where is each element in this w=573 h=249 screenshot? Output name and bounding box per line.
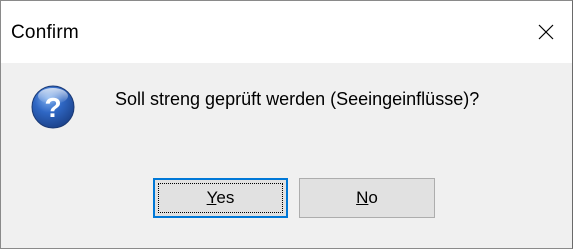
close-button[interactable] xyxy=(520,1,572,63)
yes-button-label: Yes xyxy=(206,188,235,207)
dialog-body: ? Soll streng geprüft werden (Seeingeinf… xyxy=(1,63,572,248)
no-button[interactable]: No xyxy=(299,178,435,218)
window-title: Confirm xyxy=(11,22,79,43)
close-icon xyxy=(538,24,554,40)
title-bar: Confirm xyxy=(1,1,572,63)
svg-text:?: ? xyxy=(44,92,61,123)
no-button-label: No xyxy=(356,188,378,207)
question-icon: ? xyxy=(29,83,77,131)
yes-button[interactable]: Yes xyxy=(153,178,288,218)
confirm-dialog: Confirm ? Soll streng geprüft werden (Se… xyxy=(0,0,573,249)
confirm-message: Soll streng geprüft werden (Seeingeinflü… xyxy=(115,89,480,109)
